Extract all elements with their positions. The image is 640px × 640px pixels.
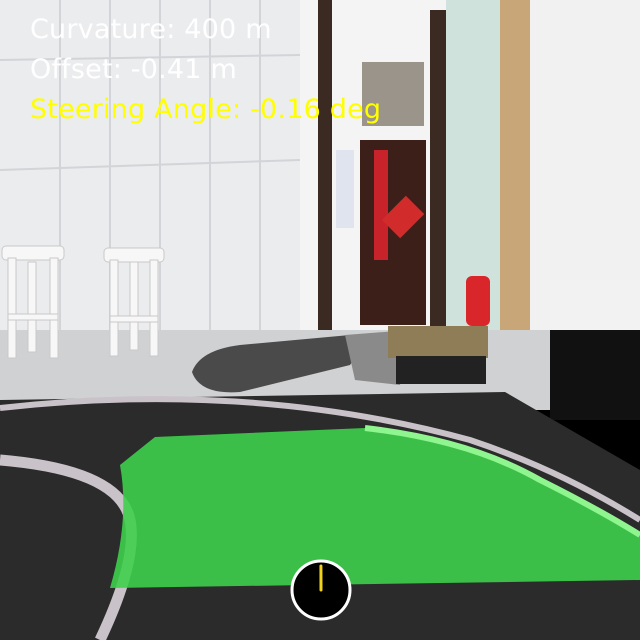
camera-view: Curvature: 400 m Offset: -0.41 m Steerin…: [0, 0, 640, 640]
steering-angle-readout: Steering Angle: -0.16 deg: [30, 94, 382, 125]
notice-board: [336, 150, 354, 228]
far-door: [360, 140, 426, 325]
fire-extinguisher: [466, 276, 490, 326]
door-frame: [318, 0, 332, 330]
stool-left: [1, 245, 65, 359]
door-banner: [374, 150, 388, 260]
stool-right: [103, 247, 165, 357]
pillar: [500, 0, 530, 330]
door-frame-right: [430, 10, 446, 330]
robot-car-body: [388, 326, 488, 358]
robot-car-base: [396, 356, 486, 384]
right-cabinet-top: [550, 280, 640, 330]
offset-readout: Offset: -0.41 m: [30, 54, 237, 85]
steering-dial-icon: [290, 559, 352, 621]
curvature-readout: Curvature: 400 m: [30, 14, 272, 45]
